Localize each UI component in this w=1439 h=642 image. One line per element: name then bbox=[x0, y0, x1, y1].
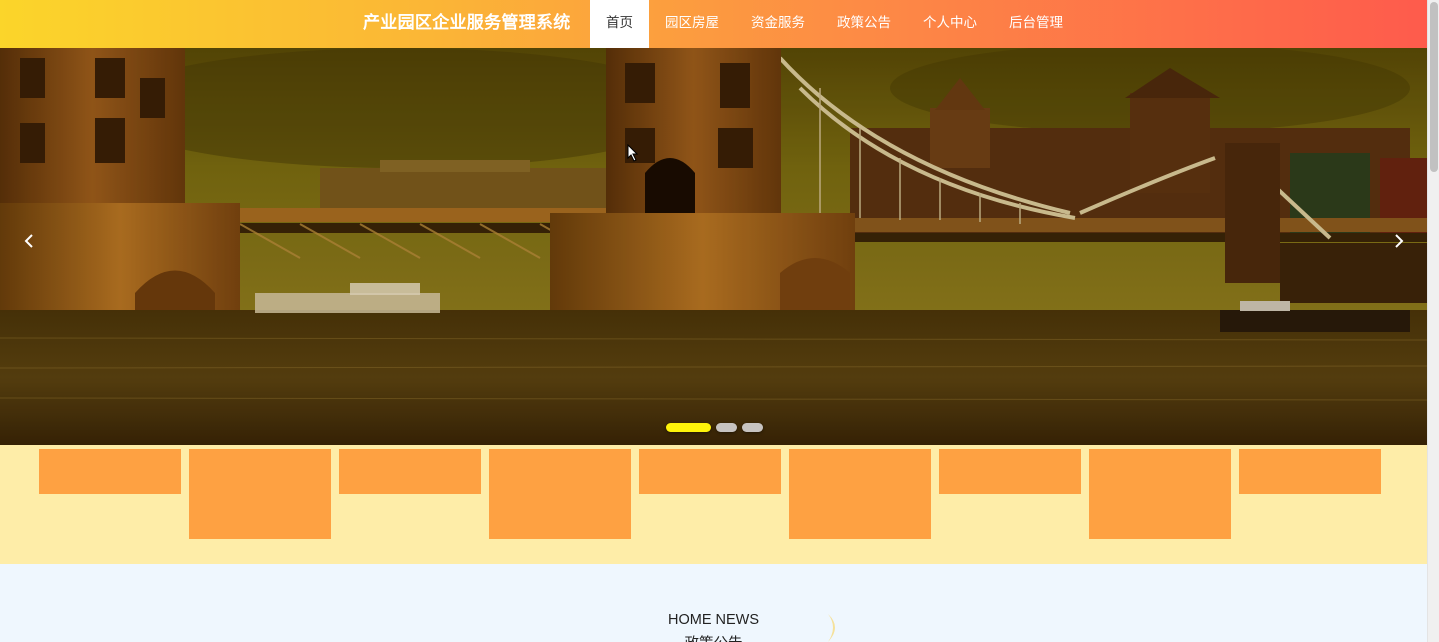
carousel-next-button[interactable] bbox=[1384, 226, 1414, 256]
carousel-indicators bbox=[666, 423, 763, 432]
carousel-slide-image bbox=[0, 48, 1427, 445]
nav-item-home[interactable]: 首页 bbox=[590, 0, 649, 48]
nav-item-personal-center[interactable]: 个人中心 bbox=[907, 0, 993, 48]
page: 产业园区企业服务管理系统 首页 园区房屋 资金服务 政策公告 个人中心 后台管理 bbox=[0, 0, 1439, 642]
hero-carousel[interactable] bbox=[0, 48, 1427, 445]
nav-item-funding-services[interactable]: 资金服务 bbox=[735, 0, 821, 48]
nav-item-park-housing[interactable]: 园区房屋 bbox=[649, 0, 735, 48]
page-scrollbar[interactable] bbox=[1427, 0, 1439, 642]
feature-tile-1[interactable] bbox=[39, 449, 181, 494]
feature-tile-4[interactable] bbox=[489, 449, 631, 539]
scrollbar-thumb[interactable] bbox=[1430, 2, 1438, 172]
nav-item-admin[interactable]: 后台管理 bbox=[993, 0, 1079, 48]
mouse-cursor-icon bbox=[627, 144, 639, 162]
carousel-dot-2[interactable] bbox=[716, 423, 737, 432]
news-title-cn: 政策公告 bbox=[0, 632, 1427, 642]
feature-tile-6[interactable] bbox=[789, 449, 931, 539]
chevron-right-icon bbox=[1395, 234, 1404, 248]
carousel-dot-3[interactable] bbox=[742, 423, 763, 432]
feature-tile-9[interactable] bbox=[1239, 449, 1381, 494]
news-title-en: HOME NEWS bbox=[667, 612, 760, 628]
feature-tile-8[interactable] bbox=[1089, 449, 1231, 539]
feature-tile-7[interactable] bbox=[939, 449, 1081, 494]
carousel-prev-button[interactable] bbox=[14, 226, 44, 256]
feature-tiles-strip bbox=[0, 445, 1427, 564]
carousel-dot-1[interactable] bbox=[666, 423, 711, 432]
top-navigation-bar: 产业园区企业服务管理系统 首页 园区房屋 资金服务 政策公告 个人中心 后台管理 bbox=[0, 0, 1427, 48]
chevron-left-icon bbox=[24, 234, 33, 248]
news-section: HOME NEWS 政策公告 bbox=[0, 564, 1427, 642]
feature-tile-2[interactable] bbox=[189, 449, 331, 539]
site-title[interactable]: 产业园区企业服务管理系统 bbox=[363, 0, 571, 48]
crescent-decoration-icon bbox=[828, 614, 835, 642]
feature-tile-5[interactable] bbox=[639, 449, 781, 494]
main-nav: 首页 园区房屋 资金服务 政策公告 个人中心 后台管理 bbox=[590, 0, 1079, 48]
feature-tile-3[interactable] bbox=[339, 449, 481, 494]
nav-item-policy-notices[interactable]: 政策公告 bbox=[821, 0, 907, 48]
